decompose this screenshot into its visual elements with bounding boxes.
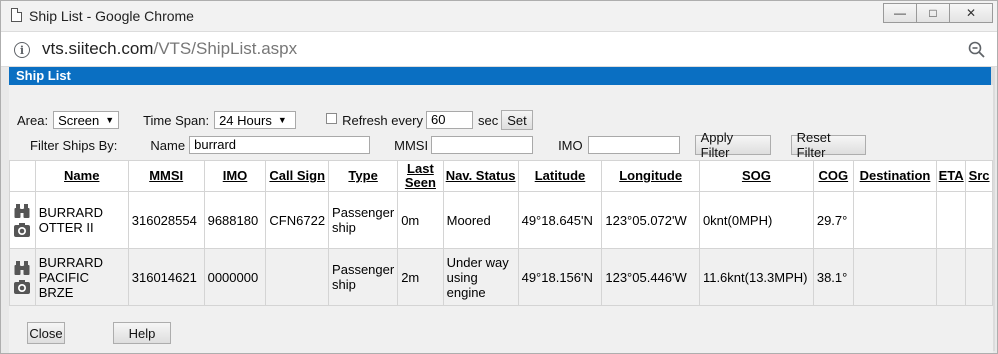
table-row[interactable]: BURRARD PACIFIC BRZE 316014621 0000000 P… <box>9 248 993 306</box>
cell-name: BURRARD OTTER II <box>34 191 129 249</box>
area-select[interactable]: Screen ▼ <box>53 111 120 129</box>
binoculars-icon[interactable] <box>13 203 31 219</box>
cell-longitude: 123°05.446'W <box>601 248 700 306</box>
cell-nav-status: Under way using engine <box>442 248 519 306</box>
apply-filter-button[interactable]: Apply Filter <box>694 130 771 160</box>
reset-filter-button[interactable]: Reset Filter <box>790 130 866 160</box>
cell-sog: 11.6knt(13.3MPH) <box>698 248 814 306</box>
cell-eta <box>936 191 967 249</box>
cell-type: Passenger ship <box>328 248 399 306</box>
name-filter-label: Name <box>150 137 186 153</box>
header-type[interactable]: Type <box>328 160 399 192</box>
cell-name: BURRARD PACIFIC BRZE <box>34 248 129 306</box>
timespan-select-value: 24 Hours <box>219 112 272 128</box>
camera-icon[interactable] <box>13 222 31 238</box>
refresh-interval-input[interactable]: 60 <box>426 111 473 129</box>
footer-buttons: Close Help <box>27 322 171 344</box>
header-latitude[interactable]: Latitude <box>517 160 603 192</box>
header-cog[interactable]: COG <box>812 160 854 192</box>
cell-last-seen: 2m <box>397 248 444 306</box>
refresh-label: Refresh every <box>342 112 423 128</box>
cell-nav-status: Moored <box>442 191 519 249</box>
ship-table: Name MMSI IMO Call Sign Type Last Seen N… <box>9 160 993 306</box>
cell-mmsi: 316028554 <box>127 191 205 249</box>
cell-last-seen: 0m <box>397 191 444 249</box>
mmsi-filter-label: MMSI <box>394 137 429 153</box>
panel-header: Ship List <box>9 67 993 85</box>
mmsi-filter-input[interactable] <box>431 136 534 154</box>
title-bar: Ship List - Google Chrome — □ ✕ <box>1 1 997 31</box>
cell-imo: 0000000 <box>203 248 267 306</box>
filter-row-top: Area: Screen ▼ Time Span: 24 Hours ▼ Ref… <box>17 110 533 130</box>
window-title: Ship List - Google Chrome <box>29 8 194 24</box>
cell-latitude: 49°18.645'N <box>517 191 603 249</box>
close-window-button[interactable]: ✕ <box>949 3 993 23</box>
info-icon[interactable]: i <box>14 42 30 58</box>
url-path: /VTS/ShipList.aspx <box>153 39 298 58</box>
browser-window: Ship List - Google Chrome — □ ✕ i vts.si… <box>0 0 998 354</box>
cell-src <box>965 248 993 306</box>
refresh-checkbox[interactable] <box>326 112 338 124</box>
cell-call-sign <box>265 248 330 306</box>
area-label: Area: <box>17 112 49 128</box>
header-nav-status[interactable]: Nav. Status <box>442 160 519 192</box>
header-longitude[interactable]: Longitude <box>601 160 700 192</box>
dropdown-arrow-icon: ▼ <box>105 115 115 125</box>
page-icon <box>11 8 22 22</box>
url-text[interactable]: vts.siitech.com/VTS/ShipList.aspx <box>42 39 297 59</box>
timespan-select[interactable]: 24 Hours ▼ <box>214 111 297 129</box>
cell-type: Passenger ship <box>328 191 399 249</box>
cell-longitude: 123°05.072'W <box>601 191 700 249</box>
zoom-icon[interactable] <box>968 41 985 58</box>
imo-filter-label: IMO <box>558 137 583 153</box>
close-button[interactable]: Close <box>27 322 65 344</box>
minimize-button[interactable]: — <box>883 3 917 23</box>
cell-mmsi: 316014621 <box>127 248 205 306</box>
header-last-seen[interactable]: Last Seen <box>397 160 444 192</box>
header-eta[interactable]: ETA <box>936 160 967 192</box>
help-button[interactable]: Help <box>113 322 171 344</box>
cell-sog: 0knt(0MPH) <box>698 191 814 249</box>
header-src[interactable]: Src <box>965 160 993 192</box>
cell-destination <box>852 248 938 306</box>
cell-cog: 38.1° <box>812 248 854 306</box>
cell-call-sign: CFN6722 <box>265 191 330 249</box>
set-button[interactable]: Set <box>501 110 533 130</box>
address-bar[interactable]: i vts.siitech.com/VTS/ShipList.aspx <box>1 31 997 67</box>
timespan-label: Time Span: <box>143 112 210 128</box>
header-call-sign[interactable]: Call Sign <box>265 160 330 192</box>
table-row[interactable]: BURRARD OTTER II 316028554 9688180 CFN67… <box>9 191 993 249</box>
row-actions <box>9 191 36 249</box>
imo-filter-input[interactable] <box>587 136 680 154</box>
url-domain: vts.siitech.com <box>42 39 154 58</box>
cell-imo: 9688180 <box>203 191 267 249</box>
filter-by-label: Filter Ships By: <box>30 137 118 153</box>
binoculars-icon[interactable] <box>13 260 31 276</box>
cell-src <box>965 191 993 249</box>
cell-destination <box>852 191 938 249</box>
header-destination[interactable]: Destination <box>852 160 938 192</box>
cell-latitude: 49°18.156'N <box>517 248 603 306</box>
name-filter-input[interactable]: burrard <box>189 136 371 154</box>
header-imo[interactable]: IMO <box>203 160 267 192</box>
window-controls: — □ ✕ <box>883 3 993 23</box>
cell-eta <box>936 248 967 306</box>
filter-row-bottom: Filter Ships By: Name burrard MMSI IMO A… <box>17 130 866 160</box>
dropdown-arrow-icon: ▼ <box>277 115 287 125</box>
header-mmsi[interactable]: MMSI <box>127 160 205 192</box>
header-name[interactable]: Name <box>34 160 129 192</box>
table-header-row: Name MMSI IMO Call Sign Type Last Seen N… <box>9 160 993 192</box>
header-sog[interactable]: SOG <box>698 160 814 192</box>
cell-cog: 29.7° <box>812 191 854 249</box>
header-icons <box>9 160 36 192</box>
refresh-unit-label: sec <box>478 112 499 128</box>
area-select-value: Screen <box>58 112 100 128</box>
row-actions <box>9 248 36 306</box>
camera-icon[interactable] <box>13 279 31 295</box>
maximize-button[interactable]: □ <box>916 3 950 23</box>
ship-list-panel: Area: Screen ▼ Time Span: 24 Hours ▼ Ref… <box>9 85 993 353</box>
